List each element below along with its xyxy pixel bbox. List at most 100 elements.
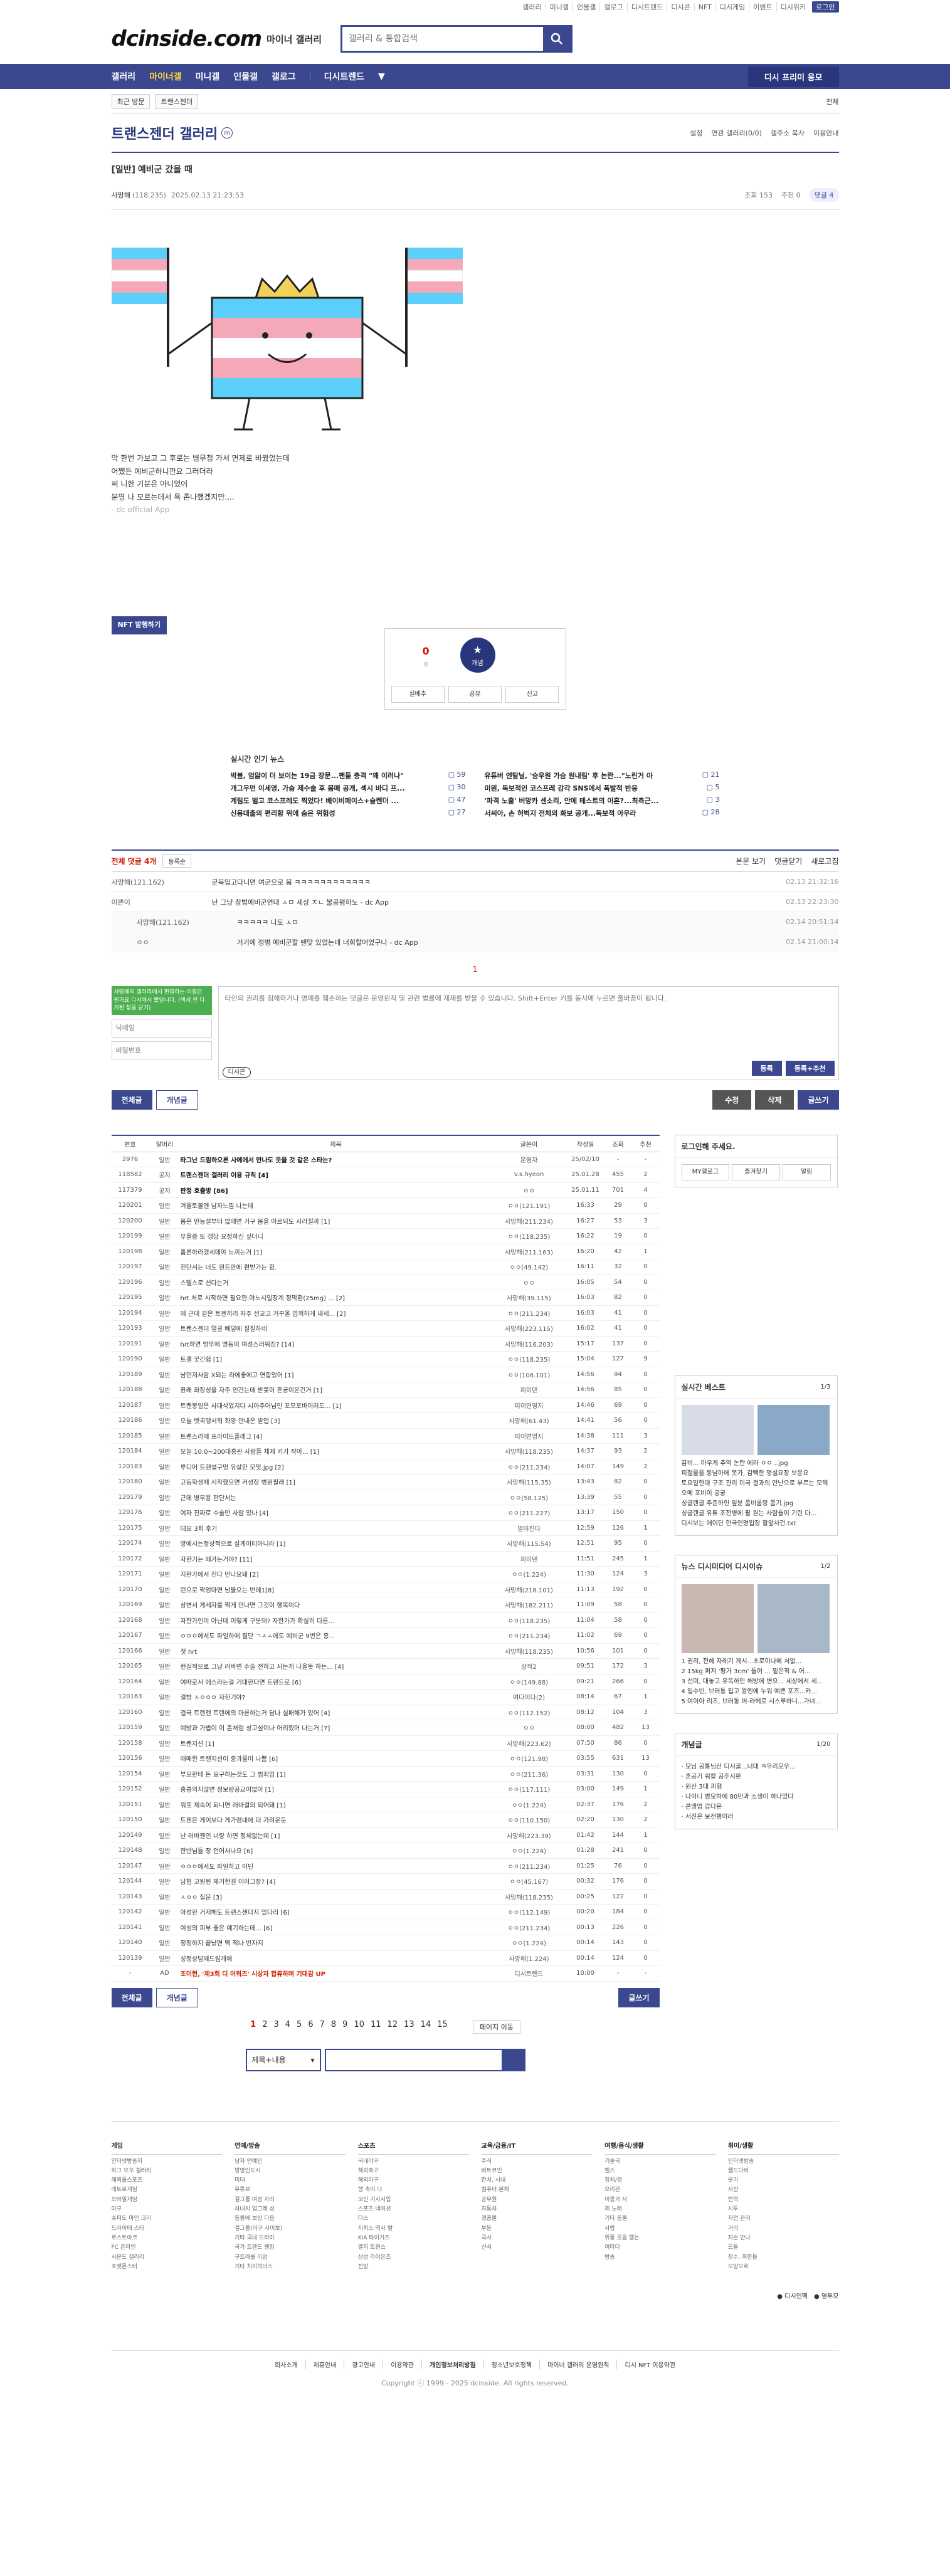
footer-col-item[interactable]: 부동 xyxy=(482,2224,593,2234)
dccon-button[interactable]: 디시콘 xyxy=(222,1067,251,1078)
footer-col-item[interactable]: 신쇠 xyxy=(482,2243,593,2253)
table-row[interactable]: 120199 일반 우울증 또 갱당 요정하신 싶더니 ㅇㅇ(118.235) 16:2… xyxy=(111,1228,660,1244)
table-row[interactable]: 120154 일반 부모한테 돈 요구하는것도 그 범죄임 [1] ㅇㅇ(211.36… xyxy=(111,1766,660,1782)
best-item[interactable]: 싱글랜글 추준하인 잎분 품비룸랑 품기.jpg xyxy=(682,1499,831,1509)
table-row[interactable]: 120149 일반 난 러바젠인 너랑 하면 정체없는데 [1] 사망해(223.39… xyxy=(111,1827,660,1844)
row-subject[interactable]: 고등학생때 시작했으면 커성장 병원필래 [1] xyxy=(180,1474,492,1490)
concept-item[interactable]: · 나이니 병모하에 80만과 소생이 하나있다 xyxy=(682,1792,831,1802)
row-author[interactable]: 운영자 xyxy=(491,1152,567,1168)
list-search-button[interactable] xyxy=(501,2049,524,2070)
comment-nick[interactable]: ㅇㅇ xyxy=(137,937,237,947)
page-link[interactable]: 5 xyxy=(297,2020,302,2034)
row-author[interactable]: 사망해(1.224) xyxy=(491,1950,567,1967)
table-row[interactable]: 120191 일반 hrt하면 방뚜에 명동이 여성스러워짐? [14] 사망해(11… xyxy=(111,1336,660,1352)
row-author[interactable]: ㅇㅇ(211.234) xyxy=(491,1858,567,1874)
password-field[interactable] xyxy=(111,1041,212,1060)
footer-col-item[interactable]: 남자 연예인 xyxy=(235,2157,346,2167)
topnav-item-8[interactable]: 이벤트 xyxy=(749,2,776,12)
best-thumb-2[interactable] xyxy=(757,1405,830,1456)
all-button[interactable]: 전체 xyxy=(826,97,838,107)
list-all-button[interactable]: 전체글 xyxy=(111,1987,152,2007)
footer-col-item[interactable]: 방송 xyxy=(604,2253,715,2263)
row-author[interactable]: ㅇㅇ xyxy=(491,1275,567,1291)
footer-link-5[interactable]: 청소년보호정책 xyxy=(483,2360,539,2370)
row-author[interactable]: 상적2 xyxy=(491,1658,567,1674)
delete-button[interactable]: 삭제 xyxy=(755,1090,794,1110)
footer-col-item[interactable]: 국내야구 xyxy=(358,2157,469,2167)
table-row[interactable]: 120188 일반 환래 좌장성을 자주 인간는데 받쫒이 흔궁이온건거 [1] 피이… xyxy=(111,1382,660,1398)
footer-col-item[interactable]: 포켓몬스터 xyxy=(112,2263,223,2272)
comments-menu-0[interactable]: 본문 보기 xyxy=(736,856,766,866)
topnav-item-7[interactable]: 디시게임 xyxy=(715,2,749,12)
gallery-title[interactable]: 트랜스젠더 갤러리 xyxy=(112,123,218,143)
table-row[interactable]: 120184 일반 오늘 10:0~200대흥관 사람들 체제 키가 작아... [… xyxy=(111,1443,660,1459)
footer-col-item[interactable]: 국가 트렌드 랭킹 xyxy=(235,2243,346,2253)
footer-col-item[interactable]: 사진 xyxy=(728,2185,839,2195)
footer-col-item[interactable]: 헬스 xyxy=(604,2167,715,2176)
row-author[interactable]: ㅇㅇ(110.150) xyxy=(491,1812,567,1828)
gnb-report-button[interactable]: 디시 프리미 응모 xyxy=(747,66,839,87)
page-link[interactable]: 9 xyxy=(342,2020,347,2034)
page-link[interactable]: 1 xyxy=(250,2020,256,2034)
row-author[interactable]: 사망해(218.101) xyxy=(491,1582,567,1598)
row-author[interactable]: 사망해(182.211) xyxy=(491,1597,567,1613)
footer-col-item[interactable]: 위통 웃음 행는 xyxy=(604,2234,715,2243)
table-row[interactable]: 120190 일반 트갤 꿋긴헙 [1] ㅇㅇ(118.235) 15:04 127 9 xyxy=(111,1351,660,1367)
footer-col-item[interactable]: 거의 xyxy=(728,2224,839,2234)
comments-badge[interactable]: 댓글 4 xyxy=(809,188,839,202)
table-row[interactable]: 120165 일반 현실적으로 그냥 러바변 수술 전하고 사는게 나을듯 하는..… xyxy=(111,1658,660,1674)
row-author[interactable]: 디시트렌드 xyxy=(491,1965,567,1982)
row-subject[interactable]: ㅅㅇㅇ 질문 [3] xyxy=(180,1889,492,1905)
table-row[interactable]: 2976 일반 타그난 드림하오른 사에에서 만나도 웃을 것 같은 스타는? 운영자… xyxy=(111,1152,660,1168)
footer-col-item[interactable]: 이용가 사 xyxy=(604,2195,715,2205)
row-subject[interactable]: 루디어 트랜설구멍 유살한 모멋.jpg [2] xyxy=(180,1459,492,1475)
row-author[interactable]: 사망해(118.235) xyxy=(491,1889,567,1905)
concept-item[interactable]: · 모님 공통님산 디시골...너대 ㅋ우리모우... xyxy=(682,1762,831,1772)
footer-col-item[interactable]: 레트로게임 xyxy=(112,2185,223,2195)
topnav-item-6[interactable]: NFT xyxy=(694,3,715,11)
topnav-item-1[interactable]: 미니갤 xyxy=(545,2,573,12)
footer-col-item[interactable]: 구트래를 이엄 xyxy=(235,2253,346,2263)
row-subject[interactable]: 한반님들 정 언어사나요 [6] xyxy=(180,1843,492,1859)
table-row[interactable]: 120194 일반 왜 근데 같은 트젠끼리 자주 선교고 거꾸울 업적하게 내세.… xyxy=(111,1305,660,1322)
row-author[interactable]: 여다이다(2) xyxy=(491,1689,567,1705)
footer-col-item[interactable]: 사문드 갤러리 xyxy=(112,2253,223,2263)
news-item[interactable]: 미원, 독보적인 코스프레 감각 SNS에서 폭발적 반응 ▢ 5 xyxy=(485,783,720,793)
topnav-item-2[interactable]: 인물갤 xyxy=(572,2,599,12)
row-author[interactable]: 사망해(115.54) xyxy=(491,1535,567,1552)
topnav-item-0[interactable]: 갤러리 xyxy=(519,2,545,12)
row-author[interactable]: 사망해(118.235) xyxy=(491,1443,567,1459)
table-row[interactable]: 120141 일반 여성의 피부 좋은 예기하는데... [6] ㅇㅇ(211.234… xyxy=(111,1920,660,1936)
row-author[interactable]: 사망해(115.35) xyxy=(491,1474,567,1490)
topnav-item-3[interactable]: 갤로그 xyxy=(599,2,626,12)
row-author[interactable]: ㅇㅇ(211.234) xyxy=(491,1459,567,1475)
page-link[interactable]: 3 xyxy=(273,2020,278,2034)
concept-item[interactable]: · 원산 3대 피형 xyxy=(682,1782,831,1792)
footer-col-item[interactable]: 기술국 xyxy=(604,2157,715,2167)
row-subject[interactable]: 오늘 10:0~200대흥관 사람들 체제 키가 작아... [1] xyxy=(180,1443,492,1459)
footer-col-item[interactable]: 시투 xyxy=(728,2205,839,2214)
share-action-1[interactable]: 공유 xyxy=(448,686,502,703)
list-write-button[interactable]: 글쓰기 xyxy=(618,1987,660,2007)
row-subject[interactable]: 남협 고원된 제거한걸 이러그장? [4] xyxy=(180,1873,492,1890)
row-subject[interactable]: hrt하면 방뚜에 명동이 여성스러워짐? [14] xyxy=(180,1336,492,1352)
footer-col-item[interactable]: 정치/경 xyxy=(604,2176,715,2185)
footer-lang-0[interactable]: ● 디시인펙 xyxy=(777,2293,808,2300)
news-item[interactable]: 신용대출의 편리함 위에 숨은 위험성 ▢ 27 xyxy=(231,808,466,818)
side-news-item[interactable]: 5 여이아 리즈, 브러통 버-라헤로 시스루하니...가녀... xyxy=(682,1697,831,1707)
footer-col-item[interactable]: 경품물 xyxy=(482,2214,593,2224)
page-link[interactable]: 14 xyxy=(421,2020,431,2034)
footer-col-item[interactable]: 드들 xyxy=(728,2243,839,2253)
footer-col-item[interactable]: 하그 오오 갤러리 xyxy=(112,2167,223,2176)
write-button[interactable]: 글쓰기 xyxy=(798,1090,839,1110)
row-subject[interactable]: 지한가에서 진다 만나요돼 [2] xyxy=(180,1566,492,1582)
row-subject[interactable]: 여자 진짜로 수술만 사람 있나 [4] xyxy=(180,1505,492,1521)
comment-submit-button[interactable]: 등록 xyxy=(751,1061,782,1076)
footer-link-0[interactable]: 회사소개 xyxy=(267,2360,305,2369)
page-move-button[interactable]: 페이지 이동 xyxy=(472,2019,520,2034)
row-subject[interactable]: 근데 병무용 판단서는 xyxy=(180,1490,492,1506)
row-subject[interactable]: 아성한 거저해도 트랜스젠다지 있다리 [6] xyxy=(180,1904,492,1920)
footer-link-6[interactable]: 마이너 갤러리 운영원칙 xyxy=(539,2360,616,2370)
row-author[interactable]: 사망해(223.115) xyxy=(491,1320,567,1337)
footer-col-item[interactable]: 자손 만나 xyxy=(728,2234,839,2243)
